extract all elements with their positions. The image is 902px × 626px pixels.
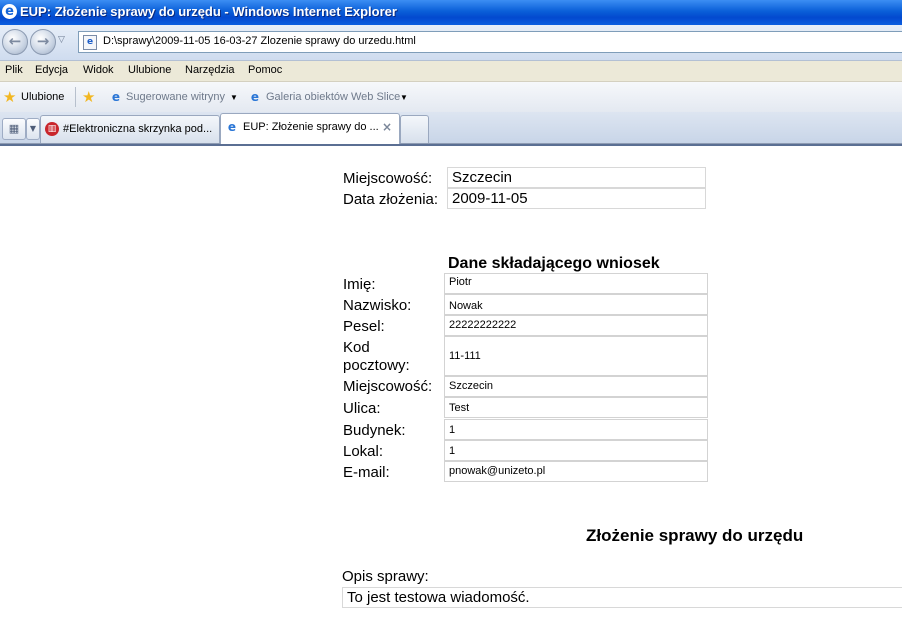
window-title: EUP: Złożenie sprawy do urzędu - Windows… bbox=[20, 4, 397, 19]
menu-bar: Plik Edycja Widok Ulubione Narzędzia Pom… bbox=[0, 61, 902, 82]
case-heading: Złożenie sprawy do urzędu bbox=[586, 526, 804, 545]
date-label: Data złożenia: bbox=[343, 191, 439, 208]
city-label: Miejscowość: bbox=[343, 378, 433, 395]
page-icon: e bbox=[83, 35, 97, 50]
first-name-label: Imię: bbox=[343, 276, 376, 293]
ie-page-icon: e bbox=[250, 90, 260, 104]
menu-plik[interactable]: Plik bbox=[5, 64, 23, 76]
chevron-down-icon: ▼ bbox=[230, 93, 238, 102]
postal-code-value: 11-111 bbox=[444, 336, 708, 376]
address-field[interactable]: e D:\sprawy\2009-11-05 16-03-27 Zlozenie… bbox=[78, 31, 902, 53]
email-value: pnowak@unizeto.pl bbox=[444, 461, 708, 482]
chevron-down-icon: ▼ bbox=[400, 93, 408, 102]
place-label: Miejscowość: bbox=[343, 170, 433, 187]
favorites-bar: ★ Ulubione ★ e Sugerowane witryny ▼ e Ga… bbox=[0, 82, 902, 113]
inbox-site-icon: ▥ bbox=[45, 122, 59, 136]
new-tab-button[interactable] bbox=[400, 115, 429, 143]
street-value: Test bbox=[444, 397, 708, 418]
postal-code-label: Kod pocztowy: bbox=[343, 339, 410, 374]
suggested-sites-button[interactable]: e Sugerowane witryny ▼ bbox=[106, 82, 241, 112]
tab-bar: ▦ ▼ ▥ #Elektroniczna skrzynka pod... e E… bbox=[0, 112, 902, 144]
tab-label: EUP: Złożenie sprawy do ... bbox=[243, 121, 379, 133]
divider bbox=[75, 87, 76, 107]
street-label: Ulica: bbox=[343, 400, 381, 417]
description-value: To jest testowa wiadomość. bbox=[342, 587, 902, 608]
date-value: 2009-11-05 bbox=[447, 188, 706, 209]
menu-edycja[interactable]: Edycja bbox=[35, 64, 68, 76]
tab-eup[interactable]: e EUP: Złożenie sprawy do ... × bbox=[220, 113, 400, 144]
quick-tabs-button[interactable]: ▦ bbox=[2, 118, 26, 140]
star-icon: ★ bbox=[3, 88, 17, 106]
last-name-value: Nowak bbox=[444, 294, 708, 315]
back-button[interactable]: ← bbox=[2, 29, 28, 55]
applicant-heading: Dane składającego wniosek bbox=[448, 255, 660, 272]
forward-button[interactable]: → bbox=[30, 29, 56, 55]
building-label: Budynek: bbox=[343, 422, 406, 439]
building-value: 1 bbox=[444, 419, 708, 440]
add-favorite-icon[interactable]: ★ bbox=[82, 88, 95, 106]
close-tab-icon[interactable]: × bbox=[382, 120, 392, 134]
address-bar-row: ← → ▽ e D:\sprawy\2009-11-05 16-03-27 Zl… bbox=[0, 25, 902, 61]
favorites-button[interactable]: ★ Ulubione bbox=[0, 82, 70, 112]
apartment-value: 1 bbox=[444, 440, 708, 461]
menu-pomoc[interactable]: Pomoc bbox=[248, 64, 282, 76]
content-divider bbox=[0, 144, 902, 146]
ie-page-icon: e bbox=[111, 90, 121, 104]
description-label: Opis sprawy: bbox=[342, 568, 429, 585]
address-url: D:\sprawy\2009-11-05 16-03-27 Zlozenie s… bbox=[103, 35, 416, 47]
last-name-label: Nazwisko: bbox=[343, 297, 412, 314]
email-label: E-mail: bbox=[343, 464, 390, 481]
menu-ulubione[interactable]: Ulubione bbox=[128, 64, 171, 76]
menu-narzedzia[interactable]: Narzędzia bbox=[185, 64, 235, 76]
tab-list-dropdown-icon[interactable]: ▼ bbox=[26, 118, 40, 140]
menu-widok[interactable]: Widok bbox=[83, 64, 114, 76]
city-value: Szczecin bbox=[444, 376, 708, 397]
web-slice-gallery-button[interactable]: e Galeria obiektów Web Slice ▼ bbox=[246, 82, 411, 112]
web-slice-label: Galeria obiektów Web Slice bbox=[266, 91, 401, 103]
pesel-label: Pesel: bbox=[343, 318, 385, 335]
pesel-value: 22222222222 bbox=[444, 315, 708, 336]
tab-label: #Elektroniczna skrzynka pod... bbox=[63, 123, 213, 135]
title-bar: e EUP: Złożenie sprawy do urzędu - Windo… bbox=[0, 0, 902, 25]
apartment-label: Lokal: bbox=[343, 443, 384, 460]
place-value: Szczecin bbox=[447, 167, 706, 188]
tab-inbox[interactable]: ▥ #Elektroniczna skrzynka pod... bbox=[40, 115, 220, 143]
ie-page-icon: e bbox=[225, 120, 239, 134]
ie-logo-icon: e bbox=[2, 4, 17, 19]
history-dropdown-icon[interactable]: ▽ bbox=[58, 35, 65, 45]
favorites-label: Ulubione bbox=[21, 91, 65, 103]
suggested-sites-label: Sugerowane witryny bbox=[126, 91, 226, 103]
first-name-value: Piotr bbox=[444, 273, 708, 294]
